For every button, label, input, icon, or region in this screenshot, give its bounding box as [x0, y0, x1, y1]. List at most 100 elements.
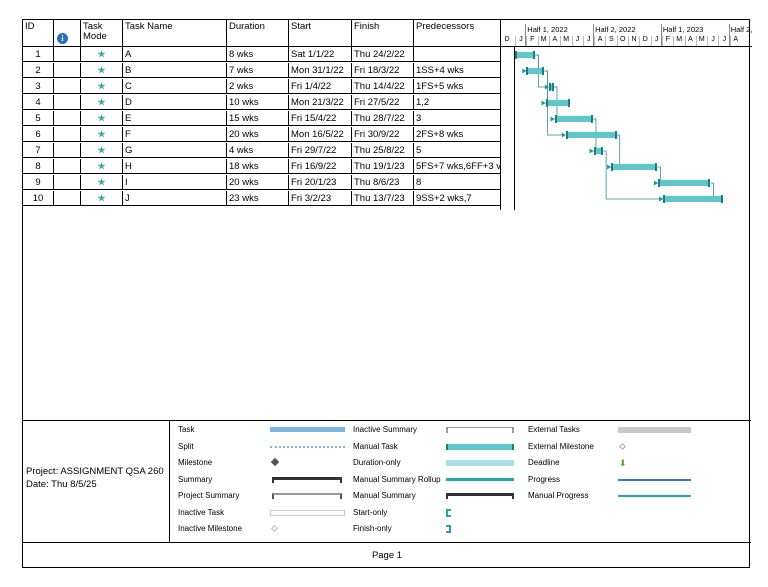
task-mode-cell[interactable]: ★: [81, 191, 123, 206]
cell-pred[interactable]: 5: [414, 143, 500, 158]
cell-id[interactable]: 7: [23, 143, 54, 158]
table-row[interactable]: 5 ★ E 15 wks Fri 15/4/22 Thu 28/7/22 3: [23, 111, 500, 126]
header-duration[interactable]: Duration: [227, 20, 289, 47]
cell-pred[interactable]: 2FS+8 wks: [414, 127, 500, 142]
cell-start[interactable]: Fri 16/9/22: [289, 159, 352, 174]
cell-start[interactable]: Fri 29/7/22: [289, 143, 352, 158]
cell-start[interactable]: Fri 3/2/23: [289, 191, 352, 206]
cell-pred[interactable]: 1FS+5 wks: [414, 79, 500, 94]
table-row[interactable]: 6 ★ F 20 wks Mon 16/5/22 Fri 30/9/22 2FS+8 wks: [23, 127, 500, 142]
cell-name[interactable]: H: [123, 159, 227, 174]
cell-name[interactable]: B: [123, 63, 227, 78]
cell-duration[interactable]: 4 wks: [227, 143, 289, 158]
cell-duration[interactable]: 20 wks: [227, 127, 289, 142]
cell-start[interactable]: Fri 15/4/22: [289, 111, 352, 126]
gantt-bar-i[interactable]: [657, 179, 711, 187]
header-task-name[interactable]: Task Name: [123, 20, 227, 47]
cell-id[interactable]: 1: [23, 47, 54, 62]
gantt-bar-e[interactable]: [554, 115, 593, 123]
gantt-bar-d[interactable]: [545, 99, 571, 107]
header-id[interactable]: ID: [23, 20, 54, 47]
cell-finish[interactable]: Thu 19/1/23: [352, 159, 414, 174]
cell-duration[interactable]: 18 wks: [227, 159, 289, 174]
table-row[interactable]: 2 ★ B 7 wks Mon 31/1/22 Fri 18/3/22 1SS+4 wks: [23, 63, 500, 78]
cell-id[interactable]: 2: [23, 63, 54, 78]
cell-pred[interactable]: 1,2: [414, 95, 500, 110]
cell-id[interactable]: 9: [23, 175, 54, 190]
cell-finish[interactable]: Fri 18/3/22: [352, 63, 414, 78]
cell-name[interactable]: E: [123, 111, 227, 126]
gantt-bar-b[interactable]: [526, 67, 545, 75]
task-mode-cell[interactable]: ★: [81, 111, 123, 126]
cell-id[interactable]: 10: [23, 191, 54, 206]
table-row[interactable]: 8 ★ H 18 wks Fri 16/9/22 Thu 19/1/23 5FS+7 wks…: [23, 159, 500, 174]
cell-start[interactable]: Fri 20/1/23: [289, 175, 352, 190]
cell-name[interactable]: C: [123, 79, 227, 94]
cell-start[interactable]: Mon 21/3/22: [289, 95, 352, 110]
indicator-cell[interactable]: [54, 175, 81, 190]
header-start[interactable]: Start: [289, 20, 352, 47]
task-mode-cell[interactable]: ★: [81, 127, 123, 142]
indicator-cell[interactable]: [54, 143, 81, 158]
cell-finish[interactable]: Thu 25/8/22: [352, 143, 414, 158]
cell-finish[interactable]: Fri 27/5/22: [352, 95, 414, 110]
task-mode-cell[interactable]: ★: [81, 159, 123, 174]
cell-pred[interactable]: 3: [414, 111, 500, 126]
cell-id[interactable]: 3: [23, 79, 54, 94]
indicator-cell[interactable]: [54, 47, 81, 62]
table-row[interactable]: 1 ★ A 8 wks Sat 1/1/22 Thu 24/2/22: [23, 47, 500, 62]
cell-id[interactable]: 5: [23, 111, 54, 126]
indicator-cell[interactable]: [54, 95, 81, 110]
task-mode-cell[interactable]: ★: [81, 143, 123, 158]
cell-duration[interactable]: 23 wks: [227, 191, 289, 206]
cell-id[interactable]: 8: [23, 159, 54, 174]
header-task-mode[interactable]: Task Mode: [81, 20, 123, 47]
cell-finish[interactable]: Thu 14/4/22: [352, 79, 414, 94]
indicator-cell[interactable]: [54, 127, 81, 142]
cell-pred[interactable]: 5FS+7 wks,6FF+3 v: [414, 159, 500, 174]
cell-name[interactable]: G: [123, 143, 227, 158]
header-info[interactable]: i: [54, 20, 81, 47]
task-mode-cell[interactable]: ★: [81, 95, 123, 110]
cell-name[interactable]: I: [123, 175, 227, 190]
cell-duration[interactable]: 2 wks: [227, 79, 289, 94]
gantt-bar-g[interactable]: [593, 147, 604, 155]
cell-duration[interactable]: 20 wks: [227, 175, 289, 190]
gantt-bar-a[interactable]: [515, 51, 536, 59]
cell-finish[interactable]: Thu 28/7/22: [352, 111, 414, 126]
header-predecessors[interactable]: Predecessors: [414, 20, 500, 47]
cell-duration[interactable]: 8 wks: [227, 47, 289, 62]
gantt-bar-j[interactable]: [663, 195, 723, 203]
cell-pred[interactable]: 1SS+4 wks: [414, 63, 500, 78]
cell-name[interactable]: D: [123, 95, 227, 110]
table-row[interactable]: 7 ★ G 4 wks Fri 29/7/22 Thu 25/8/22 5: [23, 143, 500, 158]
gantt-bar-f[interactable]: [565, 131, 617, 139]
cell-start[interactable]: Fri 1/4/22: [289, 79, 352, 94]
cell-id[interactable]: 6: [23, 127, 54, 142]
table-row[interactable]: 3 ★ C 2 wks Fri 1/4/22 Thu 14/4/22 1FS+5 wks: [23, 79, 500, 94]
cell-finish[interactable]: Thu 8/6/23: [352, 175, 414, 190]
indicator-cell[interactable]: [54, 79, 81, 94]
cell-pred[interactable]: 9SS+2 wks,7: [414, 191, 500, 206]
cell-name[interactable]: J: [123, 191, 227, 206]
task-mode-cell[interactable]: ★: [81, 79, 123, 94]
cell-pred[interactable]: 8: [414, 175, 500, 190]
cell-start[interactable]: Mon 16/5/22: [289, 127, 352, 142]
table-row[interactable]: 10 ★ J 23 wks Fri 3/2/23 Thu 13/7/23 9SS+2 wks…: [23, 191, 500, 206]
indicator-cell[interactable]: [54, 159, 81, 174]
cell-id[interactable]: 4: [23, 95, 54, 110]
cell-finish[interactable]: Thu 24/2/22: [352, 47, 414, 62]
cell-duration[interactable]: 10 wks: [227, 95, 289, 110]
cell-finish[interactable]: Fri 30/9/22: [352, 127, 414, 142]
task-mode-cell[interactable]: ★: [81, 175, 123, 190]
task-mode-cell[interactable]: ★: [81, 63, 123, 78]
cell-start[interactable]: Mon 31/1/22: [289, 63, 352, 78]
indicator-cell[interactable]: [54, 63, 81, 78]
cell-name[interactable]: F: [123, 127, 227, 142]
gantt-bar-h[interactable]: [611, 163, 658, 171]
table-row[interactable]: 9 ★ I 20 wks Fri 20/1/23 Thu 8/6/23 8: [23, 175, 500, 190]
gantt-bar-c[interactable]: [548, 83, 554, 91]
cell-start[interactable]: Sat 1/1/22: [289, 47, 352, 62]
cell-finish[interactable]: Thu 13/7/23: [352, 191, 414, 206]
table-row[interactable]: 4 ★ D 10 wks Mon 21/3/22 Fri 27/5/22 1,2: [23, 95, 500, 110]
